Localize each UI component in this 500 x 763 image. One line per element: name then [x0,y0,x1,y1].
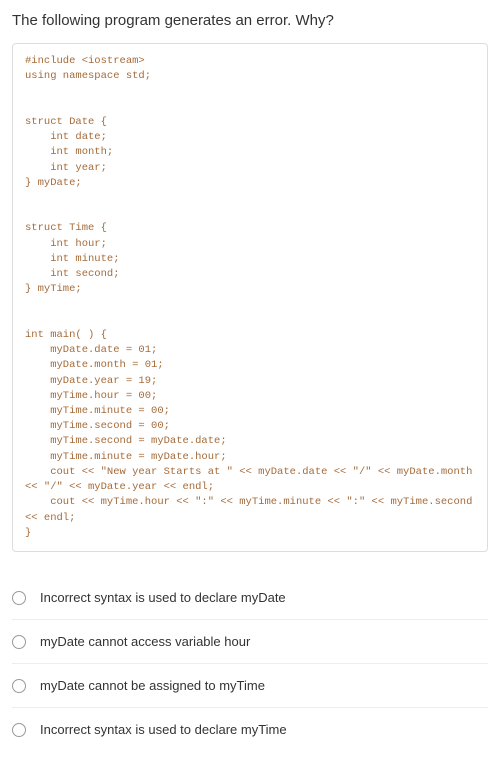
option-0[interactable]: Incorrect syntax is used to declare myDa… [12,576,488,620]
option-label: myDate cannot access variable hour [40,634,250,649]
option-3[interactable]: Incorrect syntax is used to declare myTi… [12,708,488,751]
radio-icon [12,635,26,649]
option-label: myDate cannot be assigned to myTime [40,678,265,693]
option-1[interactable]: myDate cannot access variable hour [12,620,488,664]
options-list: Incorrect syntax is used to declare myDa… [12,576,488,751]
radio-icon [12,723,26,737]
question-title: The following program generates an error… [12,12,488,29]
radio-icon [12,679,26,693]
option-label: Incorrect syntax is used to declare myTi… [40,722,287,737]
option-2[interactable]: myDate cannot be assigned to myTime [12,664,488,708]
option-label: Incorrect syntax is used to declare myDa… [40,590,286,605]
radio-icon [12,591,26,605]
code-block: #include <iostream> using namespace std;… [12,43,488,552]
